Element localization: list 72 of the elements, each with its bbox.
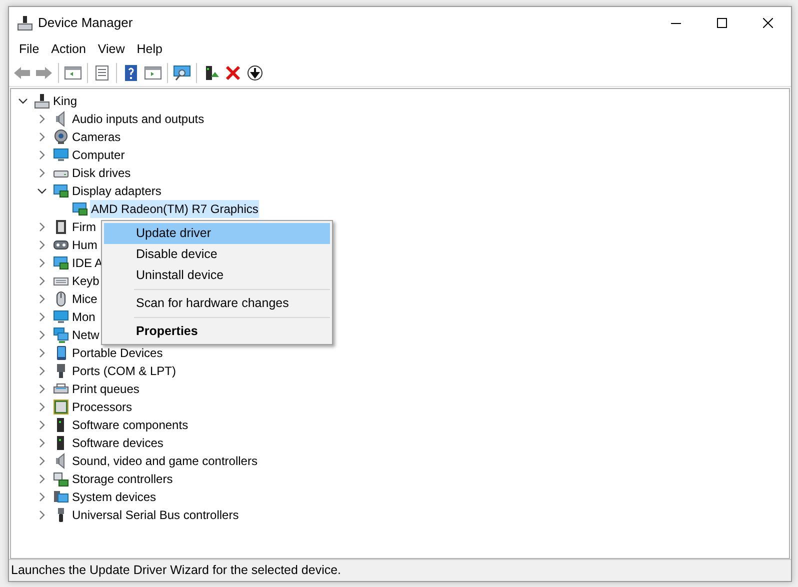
tree-item[interactable]: Mon (71, 308, 96, 326)
tree-item[interactable]: Processors (71, 398, 134, 416)
collapse-chevron-icon[interactable] (37, 186, 47, 196)
tree-item[interactable]: Audio inputs and outputs (71, 110, 206, 128)
menu-item[interactable]: File (13, 40, 46, 58)
expand-chevron-icon[interactable] (37, 366, 47, 376)
tree-item[interactable]: Software components (71, 416, 190, 434)
expand-chevron-icon[interactable] (37, 384, 47, 394)
monitor-icon (53, 147, 69, 163)
status-text: Launches the Update Driver Wizard for the selected device. (11, 562, 342, 580)
tree-item[interactable]: Print queues (71, 380, 140, 398)
context-menu-item[interactable]: Properties (104, 321, 330, 342)
tree-item[interactable]: Ports (COM & LPT) (71, 362, 178, 380)
context-menu-item[interactable]: Update driver (104, 223, 330, 244)
expand-chevron-icon[interactable] (37, 168, 47, 178)
collapse-chevron-icon[interactable] (18, 96, 28, 106)
display-card-icon (53, 183, 69, 199)
menu-item[interactable]: View (92, 40, 131, 58)
tree-item[interactable]: AMD Radeon(TM) R7 Graphics (90, 200, 260, 218)
webcam-icon (53, 129, 69, 145)
expand-chevron-icon[interactable] (37, 402, 47, 412)
display-card-icon (72, 201, 88, 217)
tree-item[interactable]: Universal Serial Bus controllers (71, 506, 240, 524)
maximize-icon (717, 18, 727, 28)
tree-item[interactable]: Netw (71, 326, 100, 344)
window-title: Device Manager (38, 14, 133, 32)
tree-item[interactable]: System devices (71, 488, 158, 506)
tree-item[interactable]: Software devices (71, 434, 164, 452)
expand-chevron-icon[interactable] (37, 294, 47, 304)
expand-chevron-icon[interactable] (37, 420, 47, 430)
expand-chevron-icon[interactable] (37, 276, 47, 286)
context-menu-item[interactable]: Uninstall device (104, 265, 330, 286)
expand-chevron-icon[interactable] (37, 474, 47, 484)
tree-item[interactable]: Hum (71, 236, 98, 254)
expand-chevron-icon[interactable] (37, 348, 47, 358)
tree-item[interactable]: Mice (71, 290, 98, 308)
tree-item[interactable]: Firm (71, 218, 97, 236)
storage-icon (53, 471, 69, 487)
expand-chevron-icon[interactable] (37, 330, 47, 340)
expand-chevron-icon[interactable] (37, 150, 47, 160)
computer-tower-icon (34, 93, 50, 109)
expand-chevron-icon[interactable] (37, 132, 47, 142)
network-icon (53, 327, 69, 343)
card-icon (53, 255, 69, 271)
tree-item[interactable]: Disk drives (71, 164, 132, 182)
expand-chevron-icon[interactable] (37, 312, 47, 322)
context-menu-item[interactable]: Disable device (104, 244, 330, 265)
processor-icon (53, 399, 69, 415)
menu-item[interactable]: Action (45, 40, 92, 58)
expand-chevron-icon[interactable] (37, 438, 47, 448)
tree-item[interactable]: Portable Devices (71, 344, 164, 362)
tree-item[interactable]: Cameras (71, 128, 122, 146)
system-icon (53, 489, 69, 505)
expand-chevron-icon[interactable] (37, 492, 47, 502)
expand-chevron-icon[interactable] (37, 240, 47, 250)
tree-item[interactable]: Storage controllers (71, 470, 174, 488)
device-manager-icon (17, 15, 33, 31)
menu-item[interactable]: Help (130, 40, 168, 58)
expand-chevron-icon[interactable] (37, 510, 47, 520)
tree-item[interactable]: Sound, video and game controllers (71, 452, 258, 470)
monitor-icon (53, 309, 69, 325)
expand-chevron-icon[interactable] (37, 222, 47, 232)
chip-icon (53, 219, 69, 235)
expand-chevron-icon[interactable] (37, 114, 47, 124)
tree-item[interactable]: Keyb (71, 272, 100, 290)
context-menu-item[interactable]: Scan for hardware changes (104, 293, 330, 314)
close-icon (763, 18, 773, 28)
tree-item[interactable]: Computer (71, 146, 126, 164)
tree-item[interactable]: King (52, 92, 78, 110)
expand-chevron-icon[interactable] (37, 258, 47, 268)
tree-item[interactable]: Display adapters (71, 182, 162, 200)
expand-chevron-icon[interactable] (37, 456, 47, 466)
